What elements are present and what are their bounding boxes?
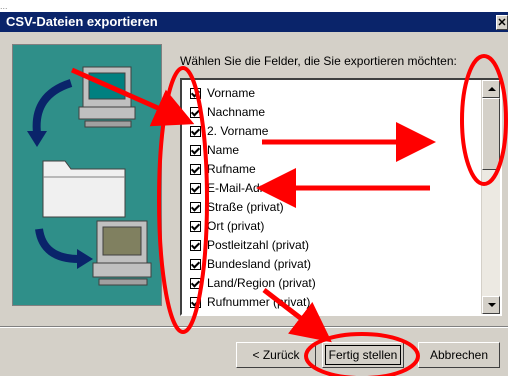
title-bar: CSV-Dateien exportieren ✕ — [0, 12, 508, 32]
scroll-thumb[interactable] — [482, 98, 500, 170]
field-list-items: Vorname Nachname 2. Vorname Name Rufname E-Ma… — [182, 80, 480, 314]
field-checkbox[interactable] — [190, 163, 201, 175]
field-list-item[interactable]: E-Mail-Adresse — [190, 179, 289, 197]
field-list[interactable]: Vorname Nachname 2. Vorname Name Rufname E-Ma… — [180, 78, 502, 316]
field-label: Bundesland (privat) — [207, 257, 312, 271]
field-label: Name — [207, 143, 240, 157]
field-checkbox[interactable] — [190, 258, 201, 270]
field-label: Postleitzahl (privat) — [207, 238, 310, 252]
field-label: Nachname — [207, 105, 266, 119]
folder-icon — [42, 160, 126, 218]
field-label: 2. Vorname — [207, 124, 269, 138]
field-checkbox[interactable] — [190, 296, 201, 308]
field-label: Land/Region (privat) — [207, 276, 316, 290]
field-label: Vorname — [207, 86, 256, 100]
computer-icon — [78, 66, 136, 128]
field-list-item[interactable]: Straße (privat) — [190, 198, 284, 216]
field-list-item[interactable]: Bundesland (privat) — [190, 255, 311, 273]
vertical-scrollbar[interactable] — [481, 80, 500, 314]
field-label: E-Mail-Adresse — [207, 181, 290, 195]
field-list-item[interactable]: Ort (privat) — [190, 217, 264, 235]
field-checkbox[interactable] — [190, 144, 201, 156]
scroll-down-button[interactable] — [482, 296, 500, 314]
field-list-item[interactable]: Vorname — [190, 84, 255, 102]
field-list-item[interactable]: Postleitzahl (privat) — [190, 236, 309, 254]
finish-button[interactable]: Fertig stellen — [322, 342, 404, 368]
back-button[interactable]: < Zurück — [236, 342, 316, 368]
field-label: Rufnummer (privat) — [207, 295, 311, 309]
field-label: Straße (privat) — [207, 200, 284, 214]
field-list-item[interactable]: Nachname — [190, 103, 265, 121]
field-checkbox[interactable] — [190, 87, 201, 99]
scroll-up-button[interactable] — [482, 80, 500, 98]
cancel-button[interactable]: Abbrechen — [418, 342, 500, 368]
field-label: Rufname — [207, 162, 256, 176]
field-checkbox[interactable] — [190, 201, 201, 213]
arrow-up-icon — [488, 87, 496, 91]
window-title: CSV-Dateien exportieren — [6, 14, 158, 29]
field-list-item[interactable]: Rufnummer (privat) — [190, 293, 310, 311]
wizard-illustration — [12, 44, 162, 306]
computer-icon — [92, 220, 152, 286]
field-list-item[interactable]: Name — [190, 141, 239, 159]
field-checkbox[interactable] — [190, 106, 201, 118]
field-label: Ort (privat) — [207, 219, 265, 233]
close-button[interactable]: ✕ — [496, 15, 508, 30]
instruction-text: Wählen Sie die Felder, die Sie exportier… — [180, 54, 457, 68]
top-strip: ... — [0, 0, 508, 12]
faint-text: ... — [0, 1, 8, 11]
field-checkbox[interactable] — [190, 239, 201, 251]
close-icon: ✕ — [497, 17, 507, 29]
field-checkbox[interactable] — [190, 182, 201, 194]
field-list-item[interactable]: Land/Region (privat) — [190, 274, 316, 292]
field-checkbox[interactable] — [190, 277, 201, 289]
field-checkbox[interactable] — [190, 220, 201, 232]
field-list-item[interactable]: Rufname — [190, 160, 256, 178]
curved-arrow-icon — [27, 79, 73, 147]
field-list-item[interactable]: 2. Vorname — [190, 122, 268, 140]
separator — [0, 326, 508, 328]
field-checkbox[interactable] — [190, 125, 201, 137]
curved-arrow-icon — [35, 228, 93, 269]
arrow-down-icon — [488, 303, 496, 307]
